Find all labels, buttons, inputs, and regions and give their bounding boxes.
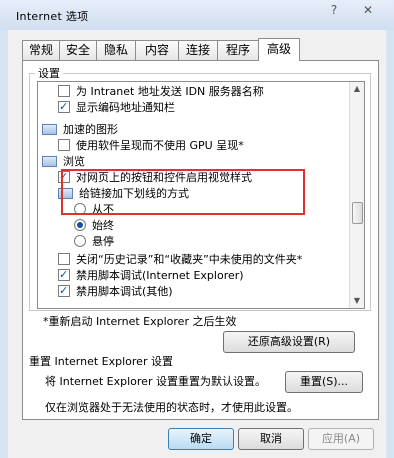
settings-item-label: 关闭“历史记录”和“收藏夹”中未使用的文件夹* <box>76 253 303 266</box>
checkbox-checked-icon[interactable] <box>58 169 70 184</box>
settings-list-item[interactable]: 显示编码地址通知栏 <box>58 99 175 115</box>
reset-description: 将 Internet Explorer 设置重置为默认设置。 <box>45 375 266 388</box>
scroll-down-icon[interactable]: ▼ <box>350 294 364 308</box>
settings-item-label: 给链接加下划线的方式 <box>79 187 189 200</box>
restore-advanced-button[interactable]: 还原高级设置(R) <box>223 331 355 353</box>
settings-item-label: 始终 <box>92 219 114 232</box>
settings-item-label: 悬停 <box>92 235 114 248</box>
category-icon <box>42 123 57 135</box>
title-bar: Internet 选项 ? ✕ <box>0 0 394 30</box>
settings-item-label: 对网页上的按钮和控件启用视觉样式 <box>76 171 252 184</box>
settings-list-item[interactable]: 始终 <box>74 218 114 233</box>
window-title: Internet 选项 <box>16 10 89 23</box>
settings-group-label: 设置 <box>35 65 63 81</box>
settings-item-label: 从不 <box>92 203 114 216</box>
reset-note: 仅在浏览器处于无法使用的状态时，才使用此设置。 <box>45 401 298 414</box>
tab-advanced[interactable]: 高级 <box>258 38 300 61</box>
checkbox-checked-icon[interactable] <box>58 99 70 114</box>
settings-list-item[interactable]: 关闭“历史记录”和“收藏夹”中未使用的文件夹* <box>58 252 302 267</box>
settings-item-label: 禁用脚本调试(其他) <box>76 285 173 298</box>
settings-item-label: 使用软件呈现而不使用 GPU 呈现* <box>76 139 244 152</box>
settings-item-label: 为 Intranet 地址发送 IDN 服务器名称 <box>76 85 264 98</box>
scroll-up-icon[interactable]: ▲ <box>350 82 364 96</box>
settings-list-item: 给链接加下划线的方式 <box>58 186 189 201</box>
tab-privacy[interactable]: 隐私 <box>96 40 136 60</box>
settings-list-item[interactable]: 禁用脚本调试(Internet Explorer) <box>58 267 244 283</box>
settings-list-item[interactable]: 为 Intranet 地址发送 IDN 服务器名称 <box>58 84 264 99</box>
scroll-thumb[interactable] <box>352 202 363 224</box>
radio-icon[interactable] <box>74 203 86 215</box>
settings-list-item: 加速的图形 <box>42 122 118 137</box>
settings-list-item[interactable]: 对网页上的按钮和控件启用视觉样式 <box>58 169 252 185</box>
category-icon <box>42 155 57 167</box>
reset-heading: 重置 Internet Explorer 设置 <box>29 355 173 368</box>
checkbox-checked-icon[interactable] <box>58 283 70 298</box>
settings-item-label: 浏览 <box>63 155 85 168</box>
radio-icon[interactable] <box>74 235 86 247</box>
restart-note: *重新启动 Internet Explorer 之后生效 <box>43 315 237 328</box>
settings-list-item[interactable]: 从不 <box>74 202 114 217</box>
help-icon[interactable]: ? <box>322 0 346 20</box>
advanced-panel: 设置 为 Intranet 地址发送 IDN 服务器名称显示编码地址通知栏加速的… <box>22 60 379 420</box>
checkbox-icon[interactable] <box>58 85 70 97</box>
settings-list[interactable]: 为 Intranet 地址发送 IDN 服务器名称显示编码地址通知栏加速的图形使… <box>37 81 365 309</box>
checkbox-checked-icon[interactable] <box>58 267 70 282</box>
settings-item-label: 禁用脚本调试(Internet Explorer) <box>76 269 244 282</box>
radio-selected-icon[interactable] <box>74 219 86 231</box>
close-icon[interactable]: ✕ <box>356 0 380 20</box>
tab-content[interactable]: 内容 <box>135 40 179 60</box>
category-icon <box>58 187 73 199</box>
settings-list-item[interactable]: 悬停 <box>74 234 114 249</box>
ok-button[interactable]: 确定 <box>168 428 234 450</box>
tab-general[interactable]: 常规 <box>22 40 60 60</box>
cancel-button[interactable]: 取消 <box>238 428 304 450</box>
tab-programs[interactable]: 程序 <box>217 40 259 60</box>
settings-list-item[interactable]: 使用软件呈现而不使用 GPU 呈现* <box>58 138 244 153</box>
checkbox-icon[interactable] <box>58 253 70 265</box>
dialog-body: 常规 安全 隐私 内容 连接 程序 高级 设置 为 Intranet 地址发送 … <box>8 30 386 458</box>
checkbox-icon[interactable] <box>58 139 70 151</box>
settings-item-label: 加速的图形 <box>63 123 118 136</box>
tab-security[interactable]: 安全 <box>59 40 97 60</box>
scrollbar[interactable]: ▲ ▼ <box>349 82 364 308</box>
tab-connections[interactable]: 连接 <box>178 40 218 60</box>
settings-list-item: 浏览 <box>42 154 85 169</box>
reset-button[interactable]: 重置(S)... <box>285 371 363 393</box>
apply-button[interactable]: 应用(A) <box>308 428 374 450</box>
settings-list-item[interactable]: 禁用脚本调试(其他) <box>58 283 173 299</box>
settings-item-label: 显示编码地址通知栏 <box>76 101 175 114</box>
